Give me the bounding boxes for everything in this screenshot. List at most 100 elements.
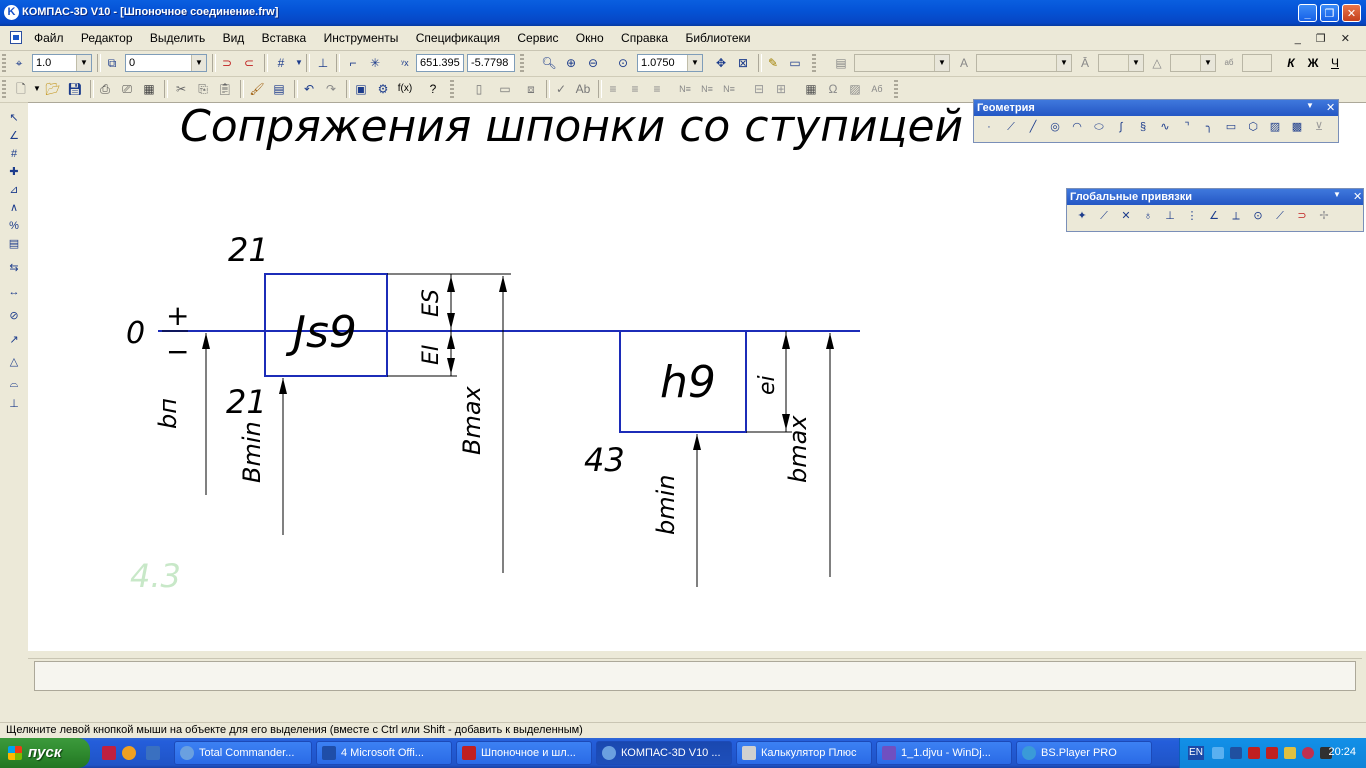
task-pdf-document[interactable]: Шпоночное и шл... xyxy=(456,741,592,765)
menu-file[interactable]: Файл xyxy=(34,31,64,45)
window-titlebar[interactable]: K КОМПАС-3D V10 - [Шпоночное соединение.… xyxy=(0,0,1366,26)
print-icon[interactable]: ⎙ xyxy=(96,80,114,98)
coord-y-field[interactable]: -5.7798 xyxy=(467,54,515,72)
show-all-icon[interactable]: ⊠ xyxy=(734,54,752,72)
local-cs-icon[interactable]: ⊥ xyxy=(314,54,332,72)
round-icon[interactable]: ✳ xyxy=(366,54,384,72)
arc-icon[interactable]: ◠ xyxy=(1066,120,1088,133)
bold-icon[interactable]: Ж xyxy=(1304,54,1322,72)
menu-insert[interactable]: Вставка xyxy=(262,31,307,45)
tray-app-icon[interactable] xyxy=(1248,747,1260,759)
function-icon[interactable]: f(x) xyxy=(396,80,414,98)
point-icon[interactable]: · xyxy=(978,121,1000,133)
radius-dim-icon[interactable]: ↗ xyxy=(6,332,22,348)
close-icon[interactable]: ✕ xyxy=(1353,190,1362,203)
segment-icon[interactable]: ╱ xyxy=(1022,120,1044,133)
task-calculator[interactable]: Калькулятор Плюс xyxy=(736,741,872,765)
variables-icon[interactable]: ⚙ xyxy=(374,80,392,98)
toolbar-grip[interactable] xyxy=(520,54,524,72)
format-painter-icon[interactable]: 🖌︎ xyxy=(248,80,266,98)
tangent-icon[interactable]: ♁ xyxy=(1137,210,1159,222)
intersection-icon[interactable]: ✕ xyxy=(1115,209,1137,222)
center-icon[interactable]: ⊙ xyxy=(1247,209,1269,222)
normal-icon[interactable]: ⊥ xyxy=(1159,209,1181,222)
task-microsoft-office[interactable]: 4 Microsoft Offi... xyxy=(316,741,452,765)
angle-snap-icon[interactable]: ∠ xyxy=(1203,209,1225,222)
show-desktop-icon[interactable] xyxy=(146,746,160,760)
fill-icon[interactable]: ▩ xyxy=(1286,120,1308,133)
redo-icon[interactable]: ↷ xyxy=(322,80,340,98)
preview-icon[interactable]: ▦ xyxy=(140,80,158,98)
zoom-scale-icon[interactable]: ⊙ xyxy=(614,54,632,72)
toolbar-grip[interactable] xyxy=(812,54,816,72)
menu-help[interactable]: Справка xyxy=(621,31,668,45)
nearest-point-icon[interactable]: ✦ xyxy=(1071,209,1093,222)
mdi-window-controls[interactable]: _ ❐ ✕ xyxy=(1295,32,1356,45)
grid-icon[interactable]: # xyxy=(272,54,290,72)
help-pointer-icon[interactable]: ? xyxy=(424,80,442,98)
linear-dim-icon[interactable]: ↔ xyxy=(6,284,22,300)
menu-libraries[interactable]: Библиотеки xyxy=(685,31,750,45)
cut-icon[interactable]: ✂ xyxy=(172,80,190,98)
chevron-down-icon[interactable]: ▼ xyxy=(76,55,91,71)
pointer-icon[interactable]: ↖ xyxy=(6,110,22,126)
bezier-icon[interactable]: ∿ xyxy=(1154,120,1176,133)
step-combo[interactable]: 1.0 ▼ xyxy=(32,54,92,72)
chevron-down-icon[interactable]: ▼ xyxy=(191,55,206,71)
midpoint-icon[interactable]: ⟋ xyxy=(1093,210,1115,223)
manager-icon[interactable]: ▣ xyxy=(352,80,370,98)
grid-tool-icon[interactable]: # xyxy=(6,146,22,162)
angle-dim-icon[interactable]: △ xyxy=(6,354,22,370)
grid-snap-icon[interactable]: ⋮ xyxy=(1181,209,1203,222)
menu-view[interactable]: Вид xyxy=(223,31,245,45)
fillet-icon[interactable]: ╮ xyxy=(1198,120,1220,133)
chevron-down-icon[interactable]: ▼ xyxy=(1306,101,1314,110)
pan-icon[interactable]: ✥ xyxy=(712,54,730,72)
layers-icon[interactable]: ⧉ xyxy=(103,54,121,72)
open-folder-icon[interactable]: 📂︎ xyxy=(44,80,62,98)
toolbar-grip[interactable] xyxy=(2,54,6,72)
refresh-icon[interactable]: ✎ xyxy=(764,54,782,72)
ellipse-icon[interactable]: ⬭ xyxy=(1088,121,1110,134)
circle-icon[interactable]: ◎ xyxy=(1044,120,1066,133)
snap-magnet-icon[interactable]: ⊃ xyxy=(1291,209,1313,222)
zoom-in-icon[interactable]: ⊕ xyxy=(562,54,580,72)
minimize-button[interactable]: _ xyxy=(1298,4,1317,22)
aux-line-icon[interactable]: ⟋ xyxy=(1000,121,1022,134)
table-icon[interactable]: ▦ xyxy=(802,80,820,98)
toolbar-grip[interactable] xyxy=(894,80,898,98)
print-preview-icon[interactable]: ⎚ xyxy=(118,80,136,98)
rectangle-icon[interactable]: ▭ xyxy=(1220,120,1242,133)
quick-launch-icon[interactable] xyxy=(102,746,116,760)
clock[interactable]: 20:24 xyxy=(1328,746,1356,758)
zoom-window-icon[interactable]: ⊖ xyxy=(584,54,602,72)
zoom-out-icon[interactable]: 🔍︎ xyxy=(540,54,558,72)
properties-icon[interactable]: ▤ xyxy=(270,80,288,98)
edit-tool-icon[interactable]: ✚ xyxy=(6,164,22,180)
snap-options-icon[interactable]: ✢ xyxy=(1313,209,1335,222)
italic-icon[interactable]: К xyxy=(1282,54,1300,72)
geometry-tool-icon[interactable]: ∠ xyxy=(6,128,22,144)
maximize-button[interactable]: ❐ xyxy=(1320,4,1339,22)
task-total-commander[interactable]: Total Commander... xyxy=(174,741,312,765)
coord-x-field[interactable]: 651.395 xyxy=(416,54,464,72)
language-indicator[interactable]: EN xyxy=(1188,746,1204,760)
chevron-down-icon[interactable]: ▼ xyxy=(687,55,702,71)
volume-icon[interactable] xyxy=(1284,747,1296,759)
underline-icon[interactable]: Ч xyxy=(1326,54,1344,72)
geometry-panel-title[interactable]: Геометрия xyxy=(974,100,1338,116)
menu-specification[interactable]: Спецификация xyxy=(416,31,500,45)
menu-window[interactable]: Окно xyxy=(576,31,604,45)
copy-icon[interactable]: ⎘ xyxy=(194,80,212,98)
close-button[interactable]: ✕ xyxy=(1342,4,1361,22)
zoom-combo[interactable]: 1.0750 ▼ xyxy=(637,54,703,72)
menu-select[interactable]: Выделить xyxy=(150,31,205,45)
break-dim-icon[interactable]: ⊥ xyxy=(6,396,22,412)
alignment-icon[interactable]: ⟋ xyxy=(1269,210,1291,223)
paste-icon[interactable]: 📋︎ xyxy=(216,80,234,98)
tray-arrow-icon[interactable] xyxy=(1212,747,1224,759)
menu-edit[interactable]: Редактор xyxy=(81,31,133,45)
dimension-tool-icon[interactable]: ⊿ xyxy=(6,182,22,198)
hatch-icon[interactable]: ▨ xyxy=(1264,120,1286,133)
undo-icon[interactable]: ↶ xyxy=(300,80,318,98)
